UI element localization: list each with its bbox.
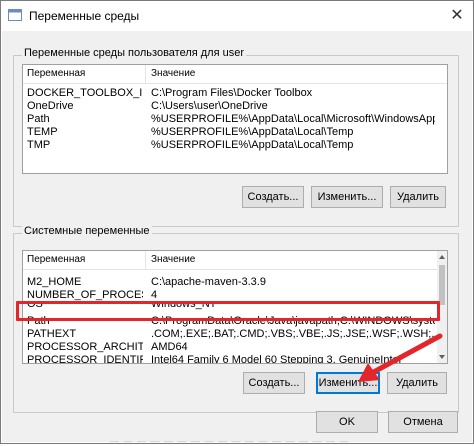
variable-value: C:\ProgramData\Oracle\Java\javapath;C:\W… [151, 315, 435, 327]
window-app-icon [8, 9, 22, 21]
scroll-down-icon[interactable] [439, 355, 445, 359]
variable-name: TMP [27, 139, 51, 151]
list-item[interactable]: PROCESSOR_IDENTIFIER Intel64 Family 6 Mo… [23, 354, 437, 364]
system-variables-list[interactable]: Переменная Значение M2_HOME C:\apache-ma… [22, 250, 448, 364]
list-item[interactable]: OneDrive C:\Users\user\OneDrive [23, 100, 437, 113]
column-divider[interactable] [145, 65, 146, 83]
scroll-thumb[interactable] [439, 265, 445, 305]
list-item-selected[interactable]: Path C:\ProgramData\Oracle\Java\javapath… [23, 315, 437, 328]
system-delete-button[interactable]: Удалить [387, 372, 447, 394]
list-item[interactable]: DOCKER_TOOLBOX_INSTAL... C:\Program File… [23, 87, 437, 100]
variable-value: C:\Users\user\OneDrive [151, 100, 268, 112]
list-item[interactable]: PROCESSOR_ARCHITECTURE AMD64 [23, 341, 437, 354]
variable-name: OS [27, 302, 43, 310]
window-title: Переменные среды [29, 9, 140, 23]
variable-name: OneDrive [27, 100, 74, 112]
cancel-button[interactable]: Отмена [388, 411, 458, 433]
variable-name: Path [27, 113, 50, 125]
column-header-name[interactable]: Переменная [27, 68, 85, 79]
list-header: Переменная Значение [23, 65, 447, 84]
ok-button[interactable]: OK [316, 411, 378, 433]
close-icon: ✕ [450, 7, 464, 24]
variable-value: 4 [151, 289, 158, 301]
dialog-body: Переменные среды пользователя для user П… [2, 31, 472, 442]
system-variables-label: Системные переменные [22, 225, 152, 237]
variable-value: %USERPROFILE%\AppData\Local\Microsoft\Wi… [151, 113, 435, 125]
system-edit-button[interactable]: Изменить... [316, 372, 380, 394]
list-item[interactable]: OS Windows_NT [23, 302, 437, 311]
list-item[interactable]: TMP %USERPROFILE%\AppData\Local\Temp [23, 139, 437, 152]
variable-name: DOCKER_TOOLBOX_INSTAL... [27, 87, 143, 99]
column-header-value[interactable]: Значение [151, 68, 195, 79]
list-header: Переменная Значение [23, 251, 447, 270]
variable-name: M2_HOME [27, 276, 82, 288]
title-bar[interactable]: Переменные среды ✕ [1, 1, 473, 31]
environment-variables-window: Переменные среды ✕ Переменные среды поль… [0, 0, 474, 444]
variable-name: NUMBER_OF_PROCESSORS [27, 289, 143, 301]
variable-value: .COM;.EXE;.BAT;.CMD;.VBS;.VBE;.JS;.JSE;.… [151, 328, 435, 340]
column-divider[interactable] [145, 251, 146, 269]
column-header-name[interactable]: Переменная [27, 254, 85, 265]
watermark: — — — — — — — — — — — — — — — — — — [110, 436, 350, 446]
variable-name: PROCESSOR_ARCHITECTURE [27, 341, 143, 353]
list-item[interactable]: TEMP %USERPROFILE%\AppData\Local\Temp [23, 126, 437, 139]
variable-value: C:\apache-maven-3.3.9 [151, 276, 266, 288]
list-item[interactable]: PATHEXT .COM;.EXE;.BAT;.CMD;.VBS;.VBE;.J… [23, 328, 437, 341]
user-delete-button[interactable]: Удалить [390, 186, 446, 208]
user-variables-list[interactable]: Переменная Значение DOCKER_TOOLBOX_INSTA… [22, 64, 448, 174]
column-header-value[interactable]: Значение [151, 254, 195, 265]
variable-name: TEMP [27, 126, 58, 138]
variable-value: %USERPROFILE%\AppData\Local\Temp [151, 139, 354, 151]
variable-name: PATHEXT [27, 328, 77, 340]
variable-value: Intel64 Family 6 Model 60 Stepping 3, Ge… [151, 354, 402, 364]
variable-value: AMD64 [151, 341, 188, 353]
system-create-button[interactable]: Создать... [243, 372, 305, 394]
list-item[interactable]: NUMBER_OF_PROCESSORS 4 [23, 289, 437, 302]
user-edit-button[interactable]: Изменить... [311, 186, 383, 208]
variable-value: Windows_NT [151, 302, 217, 310]
variable-name: PROCESSOR_IDENTIFIER [27, 354, 143, 364]
system-variables-group: Системные переменные Переменная Значение… [13, 225, 459, 413]
list-item[interactable]: Path %USERPROFILE%\AppData\Local\Microso… [23, 113, 437, 126]
user-variables-group: Переменные среды пользователя для user П… [13, 47, 459, 227]
vertical-scrollbar[interactable] [437, 251, 447, 363]
variable-name: Path [27, 315, 50, 327]
scroll-up-icon[interactable] [439, 255, 445, 259]
close-button[interactable]: ✕ [445, 5, 469, 27]
list-item[interactable]: M2_HOME C:\apache-maven-3.3.9 [23, 276, 437, 289]
user-variables-label: Переменные среды пользователя для user [22, 47, 247, 59]
user-create-button[interactable]: Создать... [242, 186, 304, 208]
variable-value: C:\Program Files\Docker Toolbox [151, 87, 313, 99]
variable-value: %USERPROFILE%\AppData\Local\Temp [151, 126, 354, 138]
